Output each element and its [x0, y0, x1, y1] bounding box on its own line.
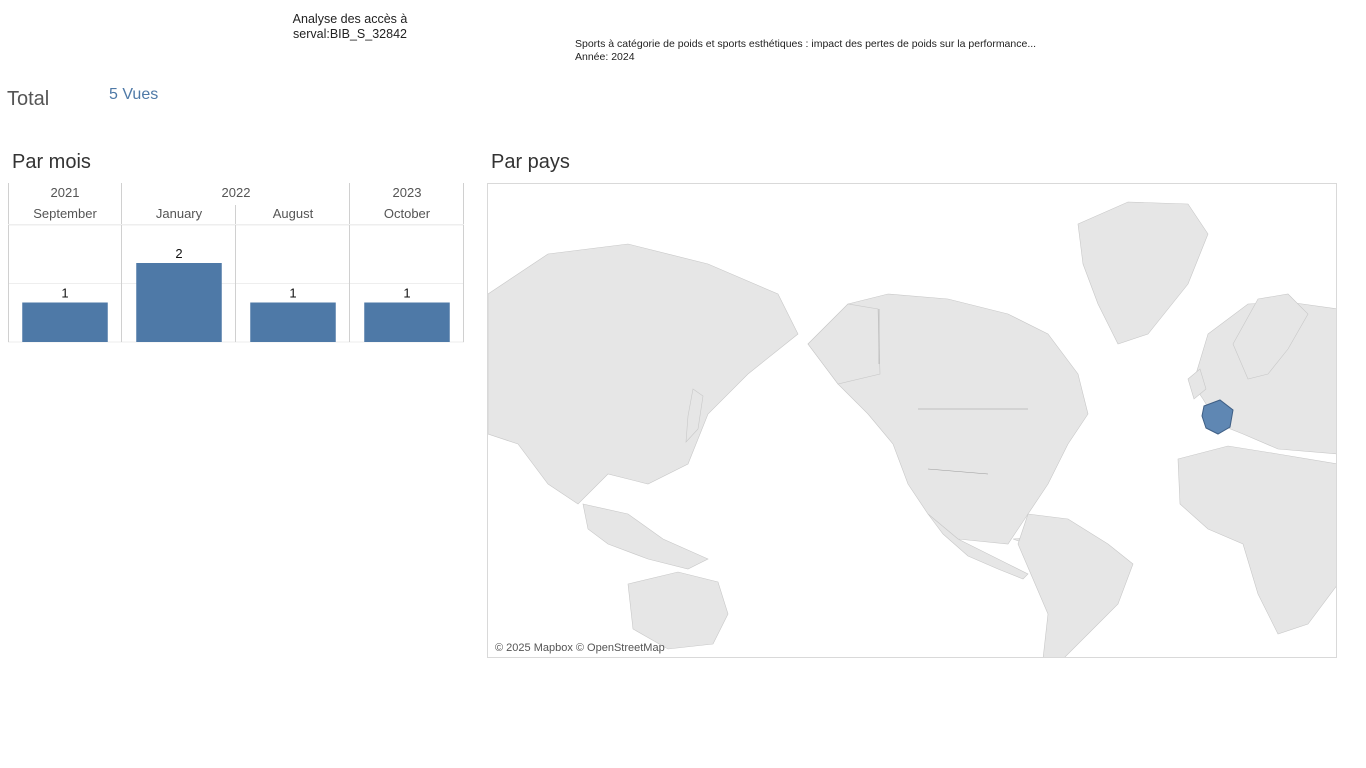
data-label-october: 1	[403, 286, 410, 301]
data-label-january: 2	[175, 246, 182, 261]
by-month-title: Par mois	[12, 151, 91, 173]
bar-august	[250, 302, 336, 342]
bar-january	[136, 263, 222, 342]
world-map-svg	[488, 201, 1336, 657]
southeast-asia-shape	[582, 503, 709, 570]
document-year: Année: 2024	[575, 51, 635, 63]
south-america-shape	[1017, 513, 1134, 657]
month-label-august: August	[273, 206, 314, 221]
asia-shape	[488, 243, 799, 505]
report-header-line1: Analyse des accès à	[292, 12, 408, 26]
year-header-2021: 2021	[51, 185, 80, 200]
alaska-shape	[807, 303, 881, 385]
year-header-2022: 2022	[222, 185, 251, 200]
by-month-bar-chart: 2021 2022 2023 September 1 January 2 August 1 Oct…	[8, 183, 464, 345]
year-header-2023: 2023	[393, 185, 422, 200]
data-label-august: 1	[289, 286, 296, 301]
document-info: Sports à catégorie de poids et sports es…	[575, 38, 1036, 64]
australia-shape	[627, 571, 729, 650]
bar-october	[364, 302, 450, 342]
report-header-line2: serval:BIB_S_32842	[293, 27, 407, 41]
report-header: Analyse des accès à serval:BIB_S_32842	[270, 12, 430, 42]
total-label: Total	[7, 88, 50, 110]
data-label-september: 1	[61, 286, 68, 301]
total-views-value: 5 Vues	[109, 86, 159, 103]
bar-september	[22, 302, 108, 342]
document-title: Sports à catégorie de poids et sports es…	[575, 38, 1037, 50]
africa-shape	[1177, 445, 1336, 635]
world-map[interactable]	[487, 183, 1337, 658]
by-country-title: Par pays	[491, 151, 570, 173]
map-attribution[interactable]: © 2025 Mapbox © OpenStreetMap	[495, 642, 665, 654]
greenland-shape	[1077, 201, 1209, 345]
by-month-chart-svg: 2021 2022 2023 September 1 January 2 August 1 Oct…	[8, 183, 464, 343]
month-label-january: January	[156, 206, 203, 221]
month-label-october: October	[384, 206, 431, 221]
month-label-september: September	[33, 206, 97, 221]
